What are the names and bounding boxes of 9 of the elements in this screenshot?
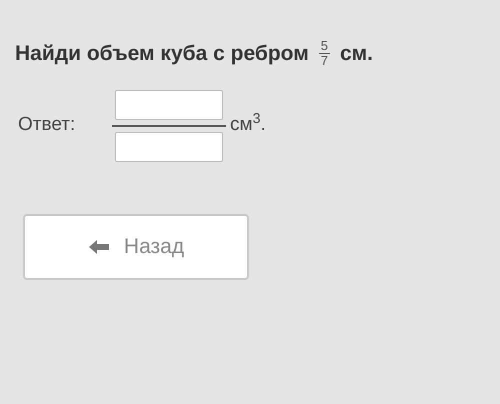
numerator-field[interactable] [115, 90, 223, 120]
answer-unit: см$^{3}$. [230, 111, 266, 138]
unit-text: см. [340, 41, 374, 67]
question-text: Найди объем куба с ребром [15, 41, 309, 67]
denominator-field[interactable] [115, 132, 223, 162]
answer-label: Ответ: [18, 113, 76, 138]
back-button[interactable]: Назад [23, 214, 249, 280]
arrow-left-icon [88, 238, 110, 254]
fraction: 5 7 [318, 39, 330, 68]
